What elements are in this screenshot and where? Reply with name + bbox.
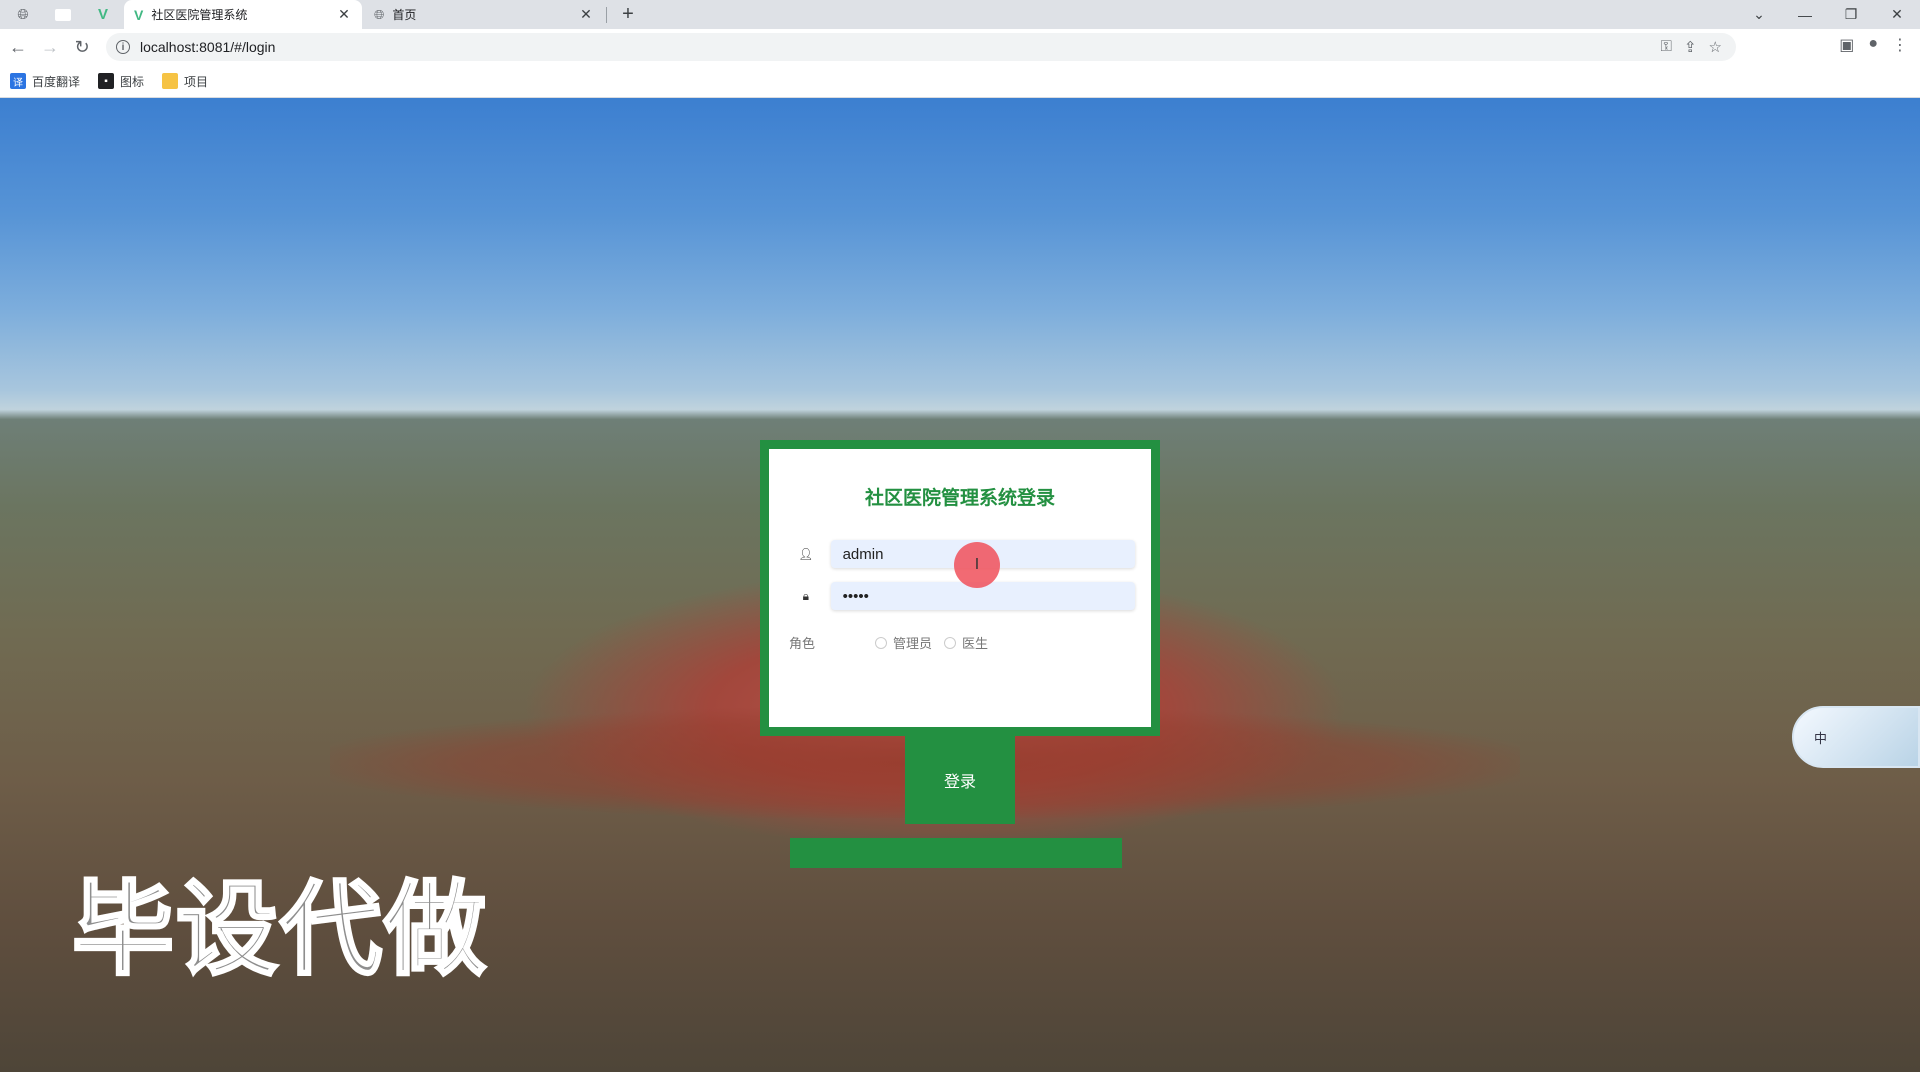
role-row: 角色 管理员 医生 (789, 633, 1000, 652)
watermark-text: 毕设代做 (71, 871, 488, 990)
image-icon: ▪ (98, 73, 115, 89)
vue-logo-icon: V (134, 6, 144, 23)
restore-icon[interactable]: ❐ (1828, 6, 1874, 23)
close-window-icon[interactable]: ✕ (1874, 6, 1920, 23)
chevron-down-icon[interactable]: ⌄ (1736, 6, 1782, 23)
share-icon[interactable]: ⇪ (1684, 38, 1697, 56)
text-cursor-icon: I (974, 556, 980, 573)
vue-logo-icon: V (97, 6, 108, 23)
user-icon: 👤︎ (798, 547, 814, 561)
bookmark-label: 图标 (120, 74, 145, 89)
bookmark-icons[interactable]: ▪ 图标 (98, 73, 144, 90)
tab-title: 社区医院管理系统 (151, 8, 248, 22)
reload-icon[interactable]: ↻ (70, 35, 94, 59)
login-title: 社区医院管理系统登录 (864, 488, 1055, 509)
lock-icon: 🔒︎ (802, 588, 809, 603)
tab-title: 首页 (392, 8, 417, 22)
radio-circle[interactable] (944, 636, 957, 649)
side-panel-icon[interactable]: ▣ (1839, 35, 1854, 55)
forward-icon[interactable]: → (38, 35, 62, 59)
ime-widget[interactable]: 中 (1792, 706, 1920, 768)
close-icon[interactable]: ✕ (336, 6, 352, 23)
cursor-highlight: I (954, 542, 1000, 588)
toolbar-right-icons: ▣ ● ⋮ (1839, 35, 1920, 55)
role-option-label: 管理员 (893, 636, 933, 651)
radio-circle[interactable] (875, 636, 887, 649)
tab-separator (606, 7, 607, 23)
login-button-base (790, 838, 1122, 868)
password-row: 🔒︎ (795, 581, 1135, 611)
omnibox-actions: ⚿ ⇪ ☆ (1661, 38, 1722, 56)
tab-vue[interactable]: V (84, 0, 122, 29)
tab-home[interactable]: 🌐︎ 首页 ✕ (364, 0, 604, 29)
bookmark-baidu-translate[interactable]: 译 百度翻译 (10, 73, 80, 90)
tab-strip: 🌐︎ V V 社区医院管理系统 ✕ 🌐︎ 首页 ✕ + ⌄ — ❐ ✕ (0, 0, 1920, 29)
address-bar[interactable]: i localhost:8081/#/login ⚿ ⇪ ☆ (106, 33, 1736, 61)
translate-icon: 译 (10, 73, 26, 89)
role-label: 角色 (789, 636, 816, 651)
tab-active[interactable]: V 社区医院管理系统 ✕ (124, 0, 362, 29)
profile-icon[interactable]: ● (1868, 35, 1878, 55)
bookmark-label: 百度翻译 (32, 74, 81, 89)
bookmark-project-folder[interactable]: 项目 (162, 73, 208, 90)
login-button[interactable]: 登录 (905, 736, 1015, 824)
menu-icon[interactable]: ⋮ (1892, 35, 1908, 55)
star-icon[interactable]: ☆ (1709, 38, 1722, 56)
info-icon[interactable]: i (116, 40, 130, 54)
role-radio-admin[interactable]: 管理员 (875, 633, 932, 652)
login-card: 社区医院管理系统登录 👤︎ 🔒︎ 角色 管理员 医生 (760, 440, 1160, 736)
tab-blank[interactable] (44, 0, 82, 29)
new-tab-button[interactable]: + (614, 0, 642, 29)
tab-globe[interactable]: 🌐︎ (4, 0, 42, 29)
bookmarks-bar: 译 百度翻译 ▪ 图标 项目 (0, 65, 1920, 98)
back-icon[interactable]: ← (6, 35, 30, 59)
blank-page-icon (55, 8, 71, 21)
role-option-label: 医生 (962, 636, 989, 651)
bookmark-label: 项目 (184, 74, 209, 89)
key-icon[interactable]: ⚿ (1661, 38, 1672, 56)
globe-icon: 🌐︎ (17, 6, 29, 22)
url-text: localhost:8081/#/login (140, 39, 276, 55)
folder-icon (162, 73, 179, 89)
ime-label: 中 (1814, 730, 1828, 746)
globe-icon: 🌐︎ (374, 6, 385, 22)
minimize-icon[interactable]: — (1782, 7, 1828, 23)
close-icon[interactable]: ✕ (578, 6, 594, 23)
browser-toolbar: ← → ↻ i localhost:8081/#/login ⚿ ⇪ ☆ ▣ ●… (0, 29, 1920, 65)
window-controls: ⌄ — ❐ ✕ (1736, 0, 1920, 29)
role-radio-doctor[interactable]: 医生 (944, 633, 988, 652)
